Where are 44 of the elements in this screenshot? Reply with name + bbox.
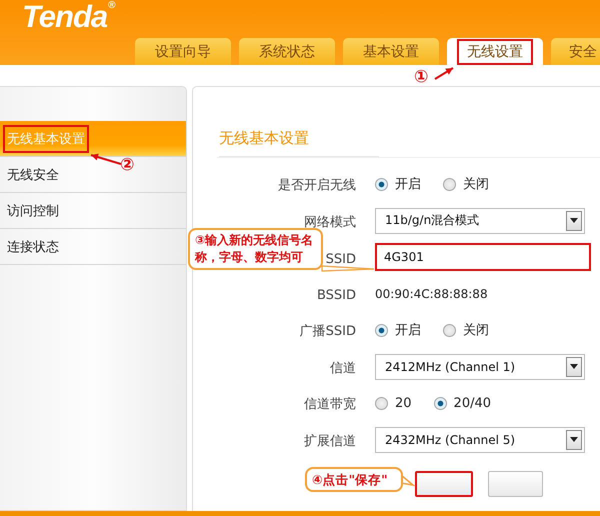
radio-button[interactable]	[434, 396, 447, 410]
nav-tab[interactable]: 基本设置	[343, 38, 439, 65]
callout-pointer	[401, 475, 413, 487]
caret-icon	[566, 356, 582, 377]
sidebar-item[interactable]: 连接状态	[0, 229, 186, 265]
sidebar-item[interactable]: 访问控制	[0, 193, 186, 229]
caret-icon	[566, 210, 582, 231]
step-number: ②	[120, 155, 134, 175]
field-label: SSID	[326, 252, 356, 267]
radio-label: 关闭	[463, 322, 489, 340]
field-value: 00:90:4C:88:88:88	[375, 286, 488, 301]
radio-button[interactable]	[375, 324, 388, 337]
ssid-field[interactable]: 4G301	[375, 243, 591, 272]
nav-tab[interactable]: 无线设置	[447, 38, 543, 65]
field-label: 扩展信道	[304, 434, 356, 449]
radio-label: 开启	[395, 322, 421, 340]
arrow	[432, 65, 456, 82]
logo: Tenda®	[22, 0, 115, 34]
dropdown[interactable]: 11b/g/n混合模式	[375, 208, 585, 234]
field-label: BSSID	[316, 288, 356, 304]
radio-button[interactable]	[443, 324, 456, 337]
radio-button[interactable]	[443, 178, 456, 191]
radio-label: 开启	[395, 176, 421, 194]
radio-label: 关闭	[463, 176, 489, 194]
caret-icon	[566, 430, 582, 450]
field-label: 信道	[330, 360, 356, 376]
radio-label: 20	[395, 396, 412, 411]
callout-pointer	[322, 266, 374, 271]
radio-label: 20/40	[454, 396, 492, 411]
field-label: 信道带宽	[304, 397, 356, 412]
section-title: 无线基本设置	[219, 129, 379, 157]
dropdown[interactable]: 2412MHz (Channel 1)	[375, 354, 585, 380]
callout-note: ③输入新的无线信号名称，字母、数字均可	[188, 228, 323, 270]
radio-button[interactable]	[375, 396, 388, 410]
field-label: 广播SSID	[300, 324, 356, 340]
field-label: 网络模式	[304, 214, 356, 230]
nav-tab[interactable]: 安全	[551, 38, 600, 65]
dropdown[interactable]: 2432MHz (Channel 5)	[375, 426, 585, 453]
nav-tab[interactable]: 设置向导	[135, 38, 231, 65]
field-label: 是否开启无线	[278, 178, 356, 194]
radio-button[interactable]	[375, 178, 388, 191]
nav-tab[interactable]: 系统状态	[239, 38, 335, 65]
step-number: ①	[414, 67, 428, 87]
form-button[interactable]	[415, 471, 473, 497]
